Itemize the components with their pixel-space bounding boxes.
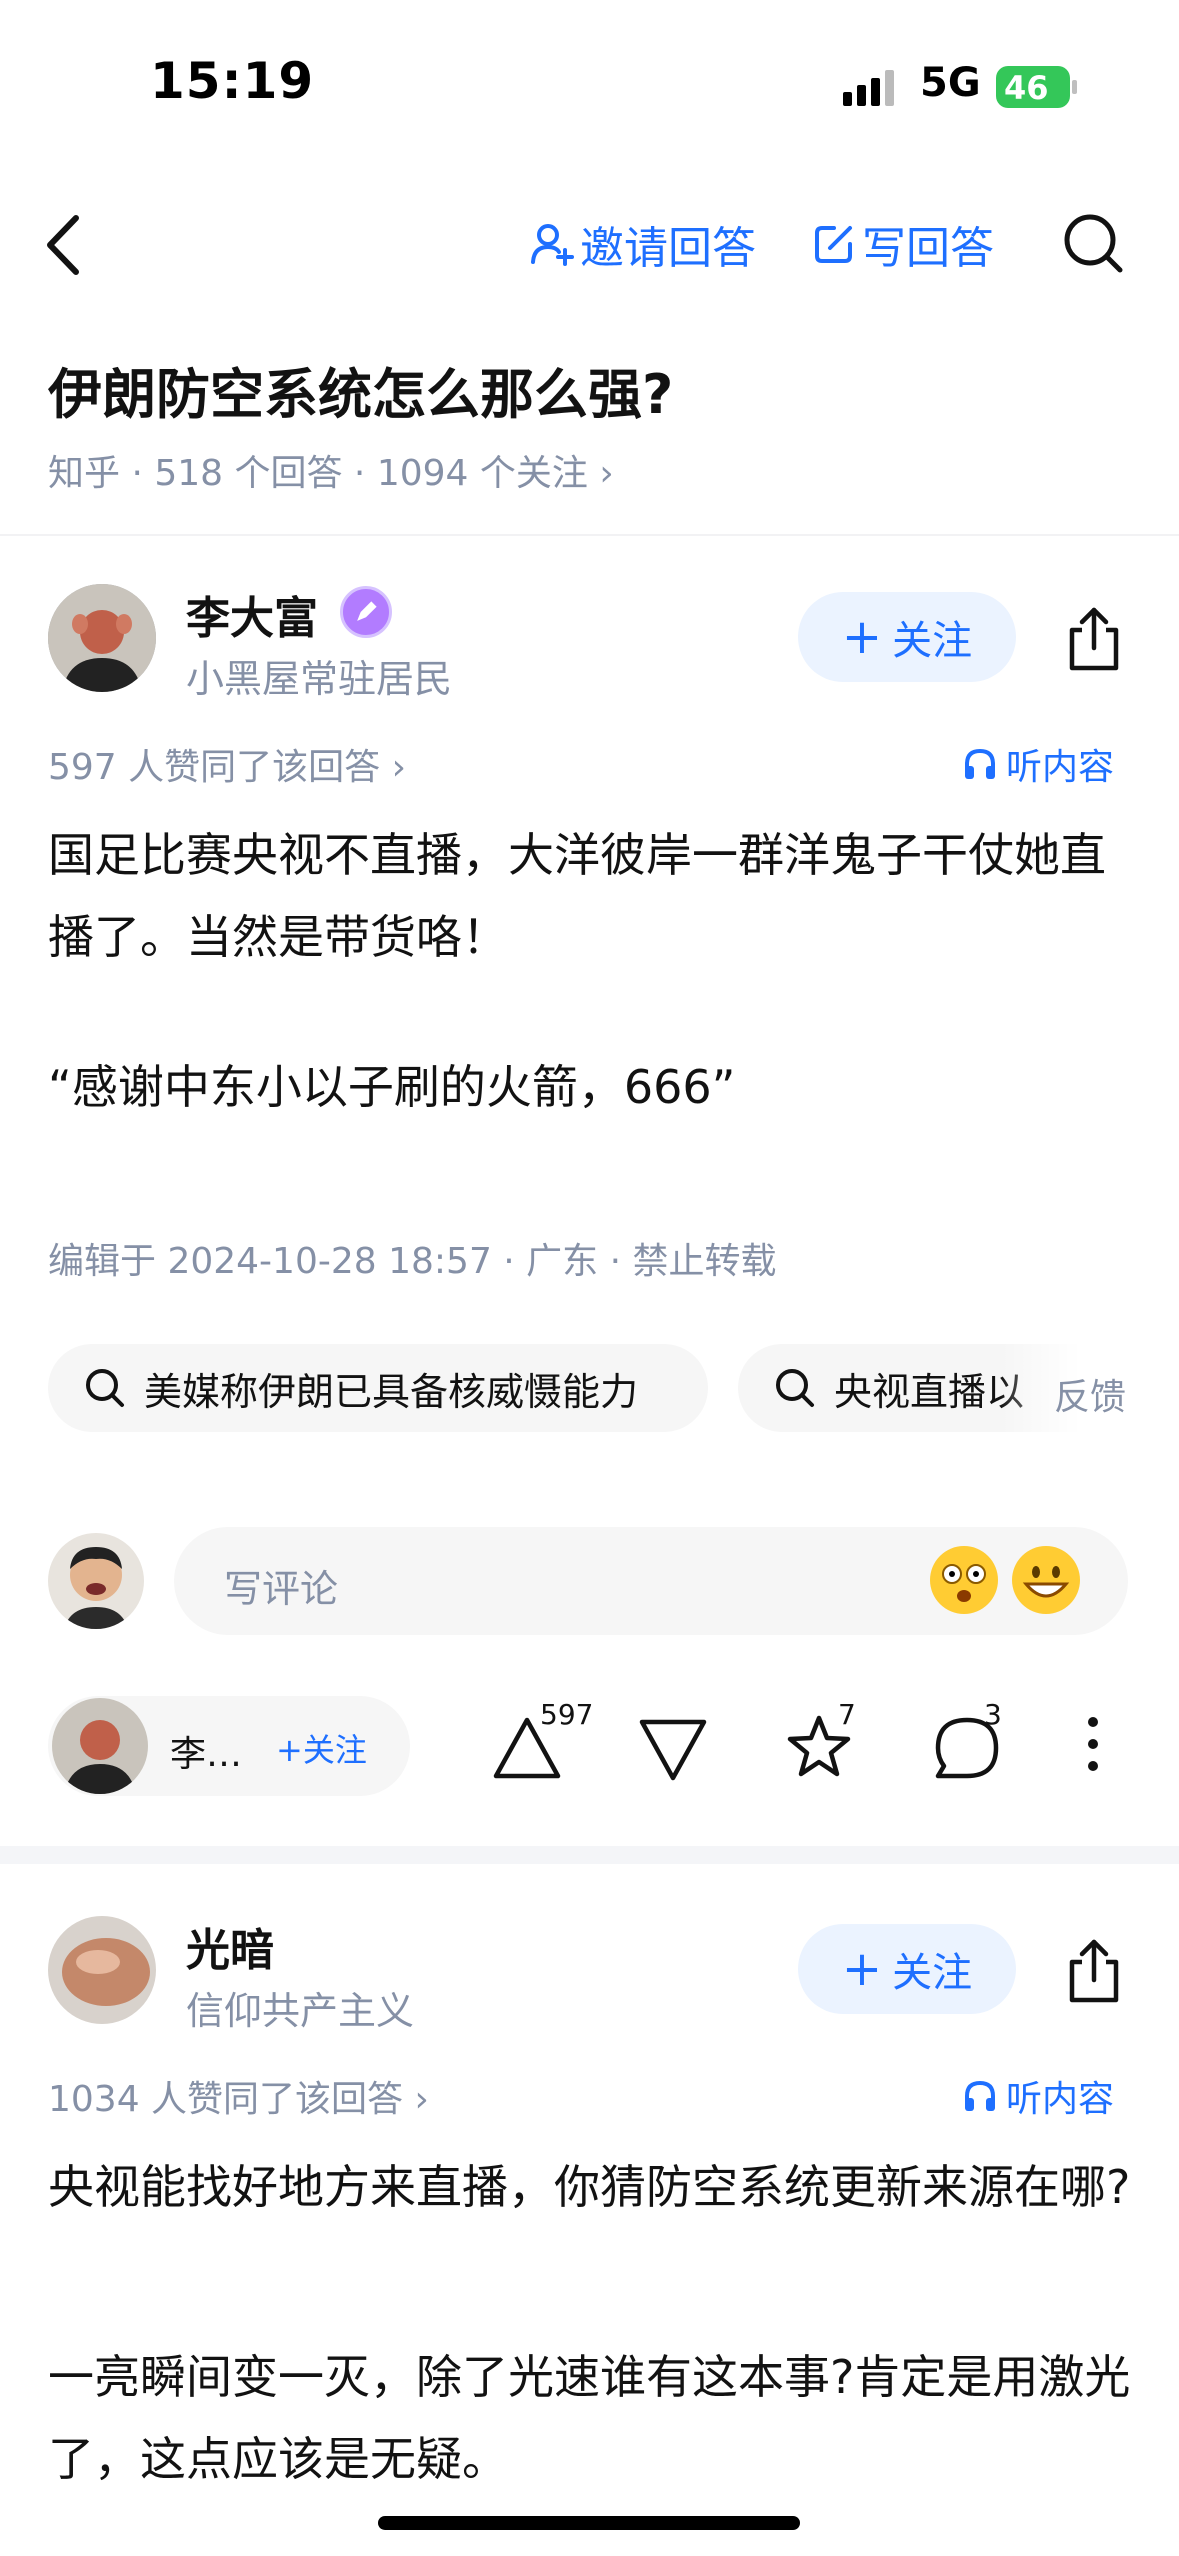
avatar-image	[52, 1698, 148, 1794]
battery-level: 46	[1004, 69, 1049, 107]
person-add-icon	[531, 224, 574, 266]
author-bio: 信仰共产主义	[186, 1989, 415, 2033]
edit-icon	[815, 226, 852, 263]
network-type: 5G	[920, 60, 981, 106]
grin-emoji-icon[interactable]	[1012, 1546, 1080, 1614]
invite-answer-button[interactable]: 邀请回答	[530, 212, 756, 276]
follow-button[interactable]: + 关注	[798, 592, 1016, 682]
search-icon	[86, 1369, 124, 1407]
share-icon[interactable]	[1062, 604, 1126, 674]
pen-badge-icon	[340, 586, 392, 638]
search-icon[interactable]	[1062, 212, 1126, 276]
mini-author-avatar[interactable]	[52, 1698, 148, 1794]
related-search-text: 央视直播以	[834, 1369, 1025, 1414]
edit-info: 编辑于 2024-10-28 18:57 · 广东 · 禁止转载	[48, 1241, 777, 1282]
follow-label: 关注	[892, 1950, 973, 1996]
author-avatar[interactable]	[48, 584, 156, 692]
vote-summary[interactable]: 1034 人赞同了该回答 ›	[48, 2070, 429, 2122]
related-search-text: 美媒称伊朗已具备核威慑能力	[144, 1369, 639, 1414]
write-answer-label: 写回答	[862, 223, 994, 274]
plus-icon: +	[841, 609, 883, 665]
mini-follow-button[interactable]: +关注	[276, 1725, 367, 1771]
back-arrow-icon[interactable]	[44, 210, 84, 280]
author-name[interactable]: 光暗	[186, 1914, 274, 1978]
follow-button[interactable]: + 关注	[798, 1924, 1016, 2014]
headphones-icon	[965, 2080, 995, 2111]
write-answer-button[interactable]: 写回答	[812, 212, 994, 276]
favorite-count: 7	[838, 1698, 856, 1731]
cellular-signal-icon	[843, 70, 894, 106]
battery-icon: 46	[996, 66, 1078, 108]
author-name[interactable]: 李大富	[186, 582, 318, 646]
share-icon[interactable]	[1062, 1936, 1126, 2006]
home-indicator[interactable]	[378, 2516, 800, 2530]
answer-separator	[0, 1846, 1179, 1864]
shocked-emoji-icon[interactable]	[930, 1546, 998, 1614]
question-meta[interactable]: 知乎 · 518 个回答 · 1094 个关注 ›	[48, 444, 614, 496]
answer-paragraph[interactable]: 国足比赛央视不直播，大洋彼岸一群洋鬼子干仗她直播了。当然是带货咯！	[48, 814, 1138, 978]
answer-paragraph[interactable]: “感谢中东小以子刷的火箭，666”	[48, 1046, 1138, 1128]
answer-paragraph[interactable]: 央视能找好地方来直播，你猜防空系统更新来源在哪?	[48, 2146, 1138, 2228]
related-search-chip[interactable]: 美媒称伊朗已具备核威慑能力	[48, 1344, 708, 1432]
invite-answer-label: 邀请回答	[580, 223, 756, 274]
author-bio: 小黑屋常驻居民	[186, 657, 453, 701]
divider	[0, 534, 1179, 536]
listen-label: 听内容	[1006, 2079, 1115, 2120]
listen-label: 听内容	[1006, 747, 1115, 788]
follow-label: 关注	[892, 618, 973, 664]
downvote-icon[interactable]	[638, 1714, 708, 1784]
status-time: 15:19	[150, 52, 315, 110]
vote-summary[interactable]: 597 人赞同了该回答 ›	[48, 738, 406, 790]
upvote-count: 597	[540, 1698, 594, 1731]
plus-icon: +	[841, 1941, 883, 1997]
search-icon	[776, 1369, 814, 1407]
author-avatar[interactable]	[48, 1916, 156, 2024]
headphones-icon	[965, 748, 995, 779]
my-avatar[interactable]	[48, 1533, 144, 1629]
comment-placeholder: 写评论	[224, 1567, 339, 1611]
avatar-image	[48, 584, 156, 692]
answer-paragraph[interactable]: 一亮瞬间变一灭，除了光速谁有这本事?肯定是用激光了，这点应该是无疑。	[48, 2336, 1138, 2500]
question-title[interactable]: 伊朗防空系统怎么那么强?	[48, 350, 673, 429]
feedback-link[interactable]: 反馈	[1054, 1368, 1126, 1420]
more-icon[interactable]	[1086, 1714, 1100, 1774]
listen-button[interactable]: 听内容	[962, 738, 1114, 790]
avatar-image	[48, 1533, 144, 1629]
mini-author-name: 李…	[170, 1734, 243, 1775]
avatar-image	[48, 1916, 156, 2024]
comment-count: 3	[984, 1698, 1002, 1731]
listen-button[interactable]: 听内容	[962, 2070, 1114, 2122]
